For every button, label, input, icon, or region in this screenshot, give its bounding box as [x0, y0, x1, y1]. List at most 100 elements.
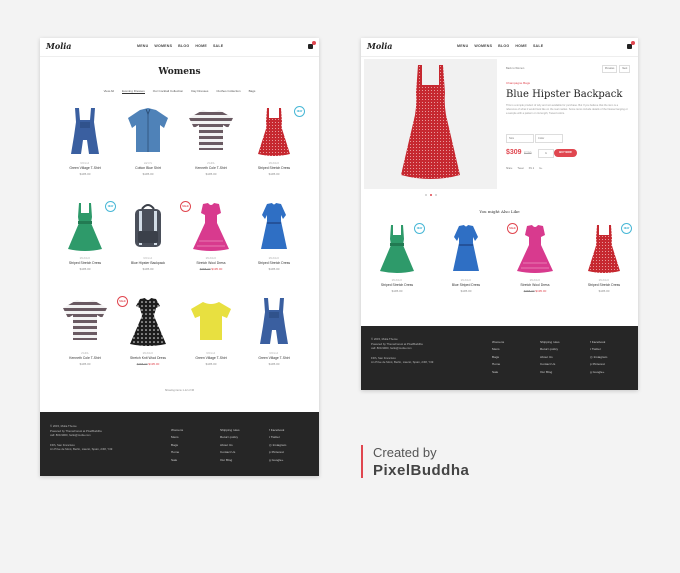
facebook-link[interactable]: f Facebook — [590, 339, 607, 346]
footer-link[interactable]: Mens — [171, 434, 183, 441]
product-category[interactable]: Champagne Bags — [506, 81, 530, 85]
footer-link[interactable]: Contact Us — [540, 361, 560, 368]
striped-tshirt-icon[interactable] — [187, 106, 235, 158]
filter-link[interactable]: View All — [104, 89, 114, 94]
cart-icon[interactable] — [308, 41, 316, 49]
product-name[interactable]: Kenneth Cole T-Shirt — [50, 356, 120, 360]
menu-item[interactable]: MENU — [457, 44, 468, 48]
share-google[interactable]: G+ — [539, 167, 542, 170]
product-card[interactable]: ZARA Kenneth Cole T-Shirt $195.00 — [176, 104, 246, 184]
footer-link[interactable]: Home — [171, 449, 183, 456]
google-link[interactable]: g Google+ — [590, 369, 607, 376]
related-product-card[interactable]: MANGO Blue Striped Dress $195.00 — [434, 221, 498, 301]
menu-item[interactable]: SALE — [533, 44, 543, 48]
product-name[interactable]: Blue Hipster Backpack — [113, 261, 183, 265]
color-select[interactable]: Color — [535, 134, 563, 143]
red-dotted-dress-icon[interactable] — [250, 106, 298, 158]
footer-link[interactable]: Sale — [492, 369, 504, 376]
share-facebook[interactable]: Share — [506, 167, 512, 170]
menu-item[interactable]: HOME — [515, 44, 527, 48]
cart-icon[interactable] — [627, 41, 635, 49]
product-card[interactable]: MANGO Striped Stretch Dress $195.00 — [239, 199, 309, 279]
logo[interactable]: Molia — [46, 41, 71, 51]
product-name[interactable]: Stretch Knit Wool Dress — [113, 356, 183, 360]
footer-link[interactable]: Womens — [171, 427, 183, 434]
share-twitter[interactable]: Tweet — [517, 167, 523, 170]
product-name[interactable]: Stretch Wool Dress — [176, 261, 246, 265]
blue-dress-icon[interactable] — [442, 223, 490, 275]
product-name[interactable]: Striped Stretch Dress — [572, 283, 636, 287]
menu-item[interactable]: HOME — [195, 44, 207, 48]
product-name[interactable]: Striped Stretch Dress — [50, 261, 120, 265]
menu-item[interactable]: BLOG — [498, 44, 509, 48]
product-card[interactable]: NEW MANGO Striped Stretch Dress $195.00 — [50, 199, 120, 279]
product-name[interactable]: Blue Striped Dress — [434, 283, 498, 287]
footer-link[interactable]: Return policy — [220, 434, 240, 441]
footer-link[interactable]: Bags — [171, 442, 183, 449]
product-card[interactable]: MOLIA Blue Hipster Backpack $195.00 — [113, 199, 183, 279]
footer-link[interactable]: Our Blog — [220, 457, 240, 464]
related-product-card[interactable]: NEW MANGO Striped Stretch Dress $195.00 — [572, 221, 636, 301]
product-card[interactable]: SALE MANGO Stretch Wool Dress $385.00 $1… — [176, 199, 246, 279]
footer-link[interactable]: Contact Us — [220, 449, 240, 456]
instagram-link[interactable]: ◎ Instagram — [269, 442, 286, 449]
filter-link[interactable]: Day Dresses — [191, 89, 208, 94]
denim-shirt-icon[interactable] — [124, 106, 172, 158]
footer-link[interactable]: About Us — [540, 354, 560, 361]
pinterest-link[interactable]: p Pinterest — [269, 449, 286, 456]
product-card[interactable]: MOLIA Green Village T-Shirt $195.00 — [239, 294, 309, 374]
pink-dress-icon[interactable] — [187, 201, 235, 253]
breadcrumb[interactable]: Back to Women — [506, 67, 524, 70]
twitter-link[interactable]: t Twitter — [269, 434, 286, 441]
pink-dress-icon[interactable] — [511, 223, 559, 275]
footer-link[interactable]: About Us — [220, 442, 240, 449]
red-dotted-dress-icon[interactable] — [580, 223, 628, 275]
footer-link[interactable]: Return policy — [540, 346, 560, 353]
buy-now-button[interactable]: BUY NOW — [554, 149, 577, 157]
menu-item[interactable]: WOMENS — [154, 44, 172, 48]
next-button[interactable]: Next — [619, 65, 631, 73]
product-name[interactable]: Green Village T-Shirt — [50, 166, 120, 170]
menu-item[interactable]: WOMENS — [474, 44, 492, 48]
facebook-link[interactable]: f Facebook — [269, 427, 286, 434]
striped-tshirt-icon[interactable] — [61, 296, 109, 348]
product-name[interactable]: Cotton Blue Shirt — [113, 166, 183, 170]
backpack-icon[interactable] — [124, 201, 172, 253]
product-name[interactable]: Green Village T-Shirt — [239, 356, 309, 360]
prev-button[interactable]: Previous — [602, 65, 618, 73]
footer-link[interactable]: Sale — [171, 457, 183, 464]
product-name[interactable]: Striped Stretch Dress — [239, 166, 309, 170]
green-dress-icon[interactable] — [373, 223, 421, 275]
footer-link[interactable]: Our Blog — [540, 369, 560, 376]
filter-link-active[interactable]: Evening Dresses — [122, 89, 145, 94]
footer-link[interactable]: Shipping rules — [220, 427, 240, 434]
product-card[interactable]: MOLIA Green Village T-Shirt $195.00 — [50, 104, 120, 184]
overalls-blue-icon[interactable] — [61, 106, 109, 158]
pinterest-link[interactable]: p Pinterest — [590, 361, 607, 368]
product-card[interactable]: NEW MANGO Striped Stretch Dress $195.00 — [239, 104, 309, 184]
product-name[interactable]: Green Village T-Shirt — [176, 356, 246, 360]
menu-item[interactable]: BLOG — [178, 44, 189, 48]
footer-link[interactable]: Bags — [492, 354, 504, 361]
overalls-blue-icon[interactable] — [250, 296, 298, 348]
logo[interactable]: Molia — [367, 41, 392, 51]
related-product-card[interactable]: SALE MANGO Stretch Wool Dress $385.00 $1… — [503, 221, 567, 301]
product-name[interactable]: Kenneth Cole T-Shirt — [176, 166, 246, 170]
instagram-link[interactable]: ◎ Instagram — [590, 354, 607, 361]
filter-link[interactable]: Clothes Collection — [216, 89, 240, 94]
google-link[interactable]: g Google+ — [269, 457, 286, 464]
footer-link[interactable]: Womens — [492, 339, 504, 346]
gallery-dots[interactable] — [425, 194, 437, 196]
quantity-stepper[interactable]: 1 — [538, 149, 554, 158]
filter-link[interactable]: Bags — [249, 89, 256, 94]
product-name[interactable]: Striped Stretch Dress — [365, 283, 429, 287]
menu-item[interactable]: MENU — [137, 44, 148, 48]
blue-dress-icon[interactable] — [250, 201, 298, 253]
related-product-card[interactable]: NEW MANGO Striped Stretch Dress $195.00 — [365, 221, 429, 301]
footer-link[interactable]: Home — [492, 361, 504, 368]
green-dress-icon[interactable] — [61, 201, 109, 253]
filter-link[interactable]: Our Cocktail Collection — [153, 89, 184, 94]
product-card[interactable]: MOLIA Green Village T-Shirt $195.00 — [176, 294, 246, 374]
footer-link[interactable]: Shipping rules — [540, 339, 560, 346]
product-card[interactable]: ZARA Kenneth Cole T-Shirt $195.00 — [50, 294, 120, 374]
